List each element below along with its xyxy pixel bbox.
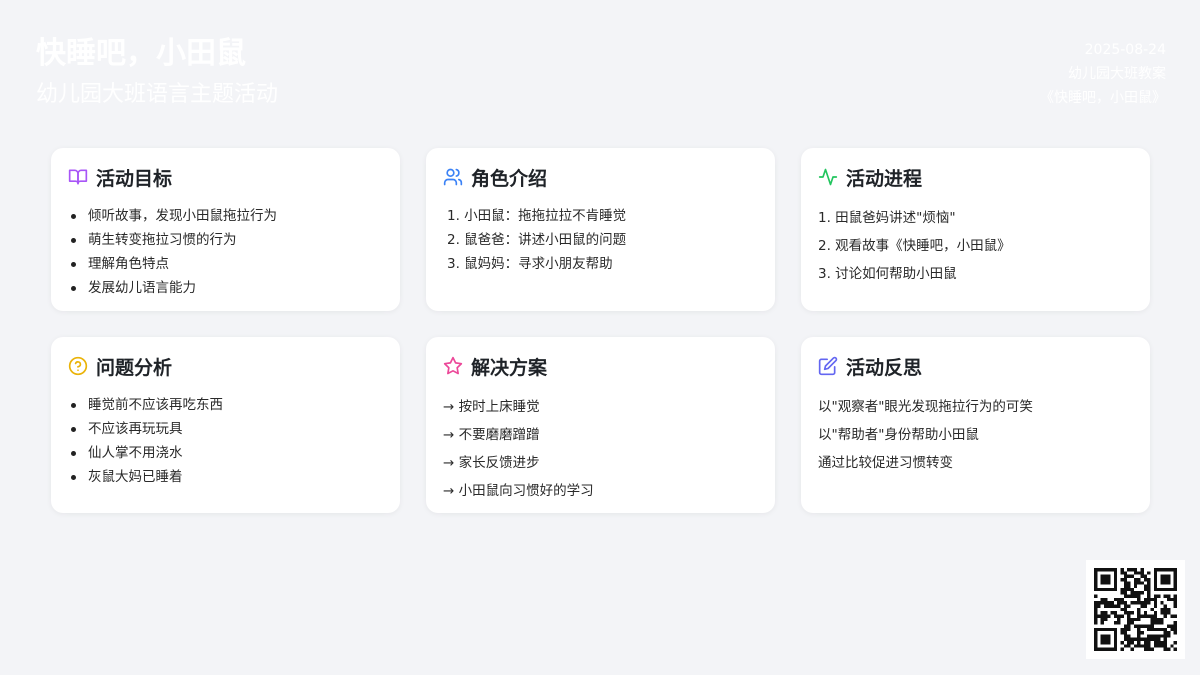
list-item: → 按时上床睡觉 xyxy=(443,399,540,415)
card-header: 活动反思 xyxy=(818,353,1134,379)
list-item: 通过比较促进习惯转变 xyxy=(818,455,953,471)
meta-date: 2025-08-24 xyxy=(1084,42,1166,58)
list-item: 萌生转变拖拉习惯的行为 xyxy=(68,228,384,252)
qr-code xyxy=(1086,560,1185,659)
star-icon xyxy=(443,356,463,375)
list-item: 2. 观看故事《快睡吧，小田鼠》 xyxy=(818,238,1011,254)
list-item: 灰鼠大妈已睡着 xyxy=(68,465,384,489)
list-item: → 不要磨磨蹭蹭 xyxy=(443,427,540,443)
meta-type: 幼儿园大班教案 xyxy=(1068,66,1166,82)
list-item: 3. 鼠妈妈：寻求小朋友帮助 xyxy=(447,256,613,272)
meta-info: 2025-08-24 幼儿园大班教案 《快睡吧，小田鼠》 xyxy=(1040,38,1166,110)
qr-code-icon xyxy=(1094,568,1177,651)
card-title: 角色介绍 xyxy=(471,167,548,190)
edit-icon xyxy=(818,356,838,376)
list-item: 3. 讨论如何帮助小田鼠 xyxy=(818,266,957,282)
card-list: → 按时上床睡觉 → 不要磨磨蹭蹭 → 家长反馈进步 → 小田鼠向习惯好的学习 xyxy=(443,393,759,505)
list-item: 以"观察者"眼光发现拖拉行为的可笑 xyxy=(818,399,1033,415)
card-header: 解决方案 xyxy=(443,353,759,379)
card-problem-analysis: 问题分析 睡觉前不应该再吃东西 不应该再玩玩具 仙人掌不用浇水 灰鼠大妈已睡着 xyxy=(51,337,400,513)
card-title: 问题分析 xyxy=(96,356,173,379)
card-list: 1. 田鼠爸妈讲述"烦恼" 2. 观看故事《快睡吧，小田鼠》 3. 讨论如何帮助… xyxy=(818,204,1134,288)
list-item: 睡觉前不应该再吃东西 xyxy=(68,393,384,417)
card-characters: 角色介绍 1. 小田鼠：拖拖拉拉不肯睡觉 2. 鼠爸爸：讲述小田鼠的问题 3. … xyxy=(426,148,775,311)
card-title: 活动反思 xyxy=(846,356,923,379)
card-reflection: 活动反思 以"观察者"眼光发现拖拉行为的可笑 以"帮助者"身份帮助小田鼠 通过比… xyxy=(801,337,1150,513)
list-item: 理解角色特点 xyxy=(68,252,384,276)
meta-book: 《快睡吧，小田鼠》 xyxy=(1040,90,1166,106)
card-title: 解决方案 xyxy=(471,356,548,379)
card-list: 睡觉前不应该再吃东西 不应该再玩玩具 仙人掌不用浇水 灰鼠大妈已睡着 xyxy=(68,393,384,489)
list-item: 1. 田鼠爸妈讲述"烦恼" xyxy=(818,210,956,226)
question-circle-icon xyxy=(68,356,88,376)
card-header: 活动目标 xyxy=(68,164,384,190)
activity-icon xyxy=(818,168,838,186)
book-open-icon xyxy=(68,169,88,185)
card-title: 活动进程 xyxy=(846,167,923,190)
card-solutions: 解决方案 → 按时上床睡觉 → 不要磨磨蹭蹭 → 家长反馈进步 → 小田鼠向习惯… xyxy=(426,337,775,513)
list-item: 仙人掌不用浇水 xyxy=(68,441,384,465)
card-header: 活动进程 xyxy=(818,164,1134,190)
card-activity-process: 活动进程 1. 田鼠爸妈讲述"烦恼" 2. 观看故事《快睡吧，小田鼠》 3. 讨… xyxy=(801,148,1150,311)
users-icon xyxy=(443,168,463,186)
card-list: 以"观察者"眼光发现拖拉行为的可笑 以"帮助者"身份帮助小田鼠 通过比较促进习惯… xyxy=(818,393,1134,477)
page-subtitle: 幼儿园大班语言主题活动 xyxy=(36,82,279,107)
list-item: 2. 鼠爸爸：讲述小田鼠的问题 xyxy=(447,232,627,248)
list-item: 1. 小田鼠：拖拖拉拉不肯睡觉 xyxy=(447,208,627,224)
card-header: 问题分析 xyxy=(68,353,384,379)
card-list: 1. 小田鼠：拖拖拉拉不肯睡觉 2. 鼠爸爸：讲述小田鼠的问题 3. 鼠妈妈：寻… xyxy=(443,204,759,276)
page-title: 快睡吧，小田鼠 xyxy=(36,36,246,71)
card-grid: 活动目标 倾听故事，发现小田鼠拖拉行为 萌生转变拖拉习惯的行为 理解角色特点 发… xyxy=(51,148,1150,513)
card-header: 角色介绍 xyxy=(443,164,759,190)
list-item: → 小田鼠向习惯好的学习 xyxy=(443,483,594,499)
card-activity-goals: 活动目标 倾听故事，发现小田鼠拖拉行为 萌生转变拖拉习惯的行为 理解角色特点 发… xyxy=(51,148,400,311)
card-title: 活动目标 xyxy=(96,167,173,190)
card-list: 倾听故事，发现小田鼠拖拉行为 萌生转变拖拉习惯的行为 理解角色特点 发展幼儿语言… xyxy=(68,204,384,300)
list-item: 不应该再玩玩具 xyxy=(68,417,384,441)
page-header: 快睡吧，小田鼠 幼儿园大班语言主题活动 xyxy=(36,34,278,112)
list-item: → 家长反馈进步 xyxy=(443,455,540,471)
list-item: 发展幼儿语言能力 xyxy=(68,276,384,300)
list-item: 倾听故事，发现小田鼠拖拉行为 xyxy=(68,204,384,228)
list-item: 以"帮助者"身份帮助小田鼠 xyxy=(818,427,979,443)
